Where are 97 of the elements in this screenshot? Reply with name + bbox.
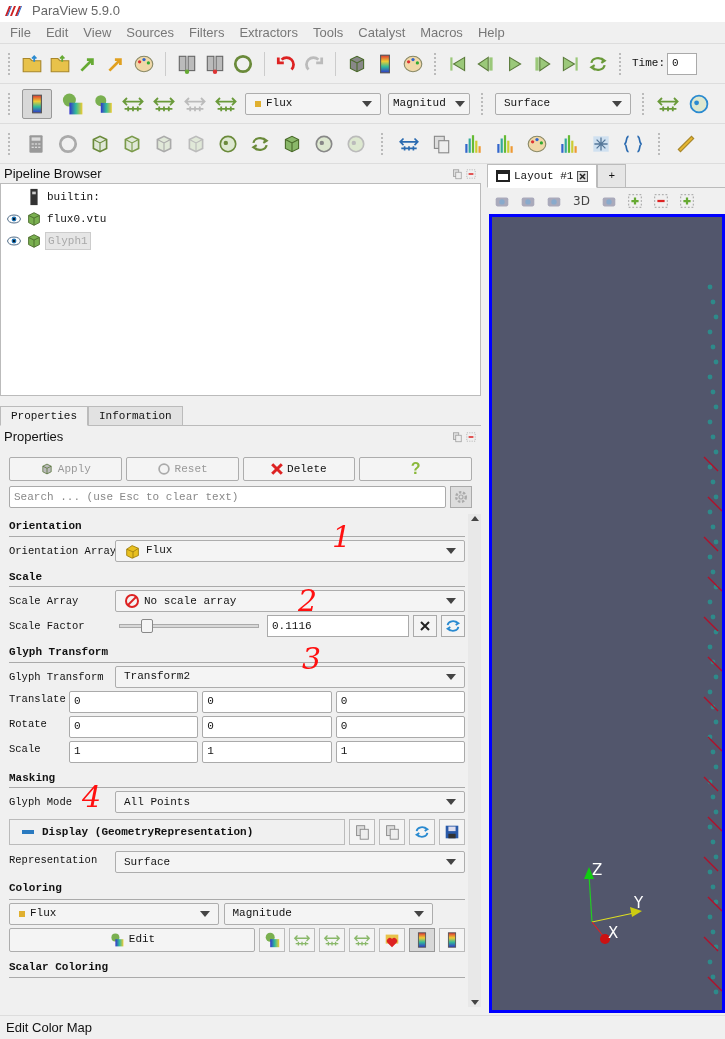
add-remove-icon[interactable] [677,192,696,210]
property-label: Glyph Transform [9,670,104,683]
property-label: Scale Factor [9,620,85,632]
panel-title: Properties [4,428,64,447]
menu-item[interactable]: Catalyst [358,22,406,43]
number-field[interactable]: 0 [335,715,465,738]
number-field[interactable]: 0 [69,715,199,738]
component-dropdown[interactable]: Magnitud [388,92,470,115]
app-logo-icon [4,5,24,17]
dropdown-caret-icon [446,859,456,865]
window-title: ParaView 5.9.0 [32,2,120,21]
menu-item[interactable]: Help [477,22,505,43]
time-field[interactable]: 0 [667,52,697,75]
section-title: Coloring [9,876,465,900]
eye-icon[interactable] [6,233,22,249]
menu-item[interactable]: Sources [126,22,174,43]
dropdown-caret-icon [414,910,424,917]
cube-icon[interactable] [25,232,43,250]
histogram-icon[interactable] [462,132,484,155]
ruler-icon[interactable] [675,132,697,155]
property-dropdown[interactable]: All Points [115,791,465,813]
menu-item[interactable]: Extractors [239,22,298,43]
number-field[interactable]: 0 [202,690,332,713]
layout-tab[interactable]: Layout #1 [487,164,598,188]
axis-label: X [608,923,619,944]
number-field[interactable]: 0 [69,690,199,713]
view-mode-button[interactable]: 3D [571,192,592,210]
dropdown-caret-icon [446,799,456,805]
color-map-icon[interactable] [108,931,125,948]
section-title: Scalar Coloring [9,954,465,978]
disc-icon[interactable] [57,132,79,155]
axis-label: Y [634,893,644,914]
property-dropdown[interactable]: Surface [115,851,465,873]
cube-icon[interactable] [25,210,43,228]
menu-item[interactable]: Tools [312,22,344,43]
scrollbar[interactable] [468,514,481,1007]
color-array-dropdown[interactable]: Flux [245,92,381,115]
scale-factor-field[interactable]: 0.1116 [267,615,409,637]
dropdown-caret-icon [446,547,456,554]
render-view[interactable]: Z Y X [489,214,725,1013]
search-field[interactable]: Search ... (use Esc to clear text) [9,486,446,508]
dropdown-caret-icon [446,673,456,680]
dropdown-caret-icon [612,100,622,107]
collapse-icon [22,830,34,834]
pipeline-item[interactable]: flux0.vtu [45,210,109,228]
property-label: Orientation Array [9,544,117,557]
dropdown-caret-icon [362,100,372,107]
number-field[interactable]: 1 [69,740,199,763]
point-data-icon [254,99,262,108]
save-folder-icon[interactable] [49,52,71,75]
panel-title: Pipeline Browser [4,164,102,183]
remove-icon[interactable] [651,192,670,210]
property-label: Scale [9,741,42,757]
display-header[interactable]: Display (GeometryRepresentation) [9,819,345,845]
edit-button[interactable]: Edit [9,927,255,952]
scroll-down-icon[interactable] [470,1000,479,1005]
menu-item[interactable]: Filters [189,22,225,43]
property-label: Glyph Mode [9,796,72,808]
color-array-dropdown[interactable]: Flux [9,902,219,925]
float-icon[interactable] [451,431,463,443]
dropdown-caret-icon [446,598,456,604]
dropdown-caret-icon [455,100,465,107]
section-title: Scale [9,564,465,587]
pipeline-item[interactable]: builtin: [45,188,102,206]
property-label: Scale Array [9,595,79,607]
delete-button[interactable]: Delete [242,457,356,481]
property-label: Representation [9,853,99,868]
number-field[interactable]: 0 [202,715,332,738]
reset-menu-button[interactable] [413,615,437,637]
time-label: Time: [632,56,665,72]
eye-icon[interactable] [6,211,22,227]
menu-item[interactable]: Edit [45,22,69,43]
property-label: Translate [9,691,67,707]
display-title: Display (GeometryRepresentation) [42,824,254,840]
number-field[interactable]: 1 [202,740,332,763]
panel-tab[interactable]: Properties [0,406,88,426]
prohibited-icon [124,593,140,609]
number-field[interactable]: 0 [335,690,465,713]
float-icon[interactable] [451,167,463,180]
representation-dropdown[interactable]: Surface [495,92,631,115]
point-data-icon [18,909,26,918]
menu-item[interactable]: Macros [420,22,463,43]
component-dropdown[interactable]: Magnitude [223,902,433,925]
open-folder-icon[interactable] [21,52,43,75]
add-icon[interactable] [625,192,644,210]
menu-item[interactable]: File [10,22,31,43]
status-text: Edit Color Map [6,1018,92,1037]
braces-icon[interactable] [622,132,644,155]
property-label: Rotate [9,716,48,732]
scroll-up-icon[interactable] [470,516,479,521]
layout-tab[interactable]: + [597,164,627,188]
dropdown-caret-icon [199,910,210,917]
number-field[interactable]: 1 [335,740,465,763]
axis-label: Z [592,860,603,881]
window-icon [496,170,510,182]
panel-tab[interactable]: Information [88,406,183,426]
menu-item[interactable]: View [83,22,112,43]
